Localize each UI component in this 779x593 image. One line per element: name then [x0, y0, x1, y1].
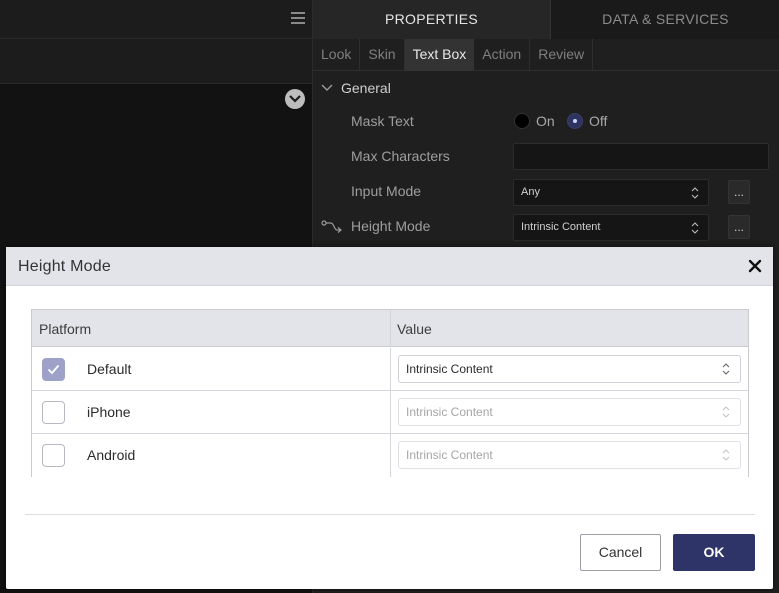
- platform-value-table: Platform Value Default Intrinsic Content…: [31, 309, 749, 477]
- height-mode-select[interactable]: Intrinsic Content: [513, 214, 709, 241]
- height-mode-dialog: Height Mode Platform Value Default Intri…: [6, 247, 773, 589]
- sub-tabs: Look Skin Text Box Action Review: [313, 39, 779, 71]
- platform-name: Default: [87, 361, 132, 377]
- dialog-header: Height Mode: [6, 247, 773, 286]
- select-arrows-icon: [722, 406, 730, 418]
- select-arrows-icon: [722, 363, 730, 375]
- android-checkbox[interactable]: [42, 444, 65, 467]
- section-general-header[interactable]: General: [321, 80, 391, 96]
- close-icon[interactable]: [747, 258, 763, 274]
- canvas-subbar: [0, 39, 312, 109]
- max-characters-input[interactable]: [513, 143, 769, 170]
- select-value: Intrinsic Content: [406, 405, 493, 419]
- select-arrows-icon: [691, 222, 699, 234]
- column-divider: [390, 434, 391, 477]
- android-value-select: Intrinsic Content: [398, 441, 741, 469]
- ok-button[interactable]: OK: [673, 534, 755, 571]
- cancel-button[interactable]: Cancel: [580, 534, 661, 571]
- mask-text-on-radio[interactable]: [514, 113, 530, 129]
- chevron-down-icon: [321, 84, 333, 91]
- tab-action[interactable]: Action: [474, 39, 531, 71]
- mask-text-off-label: Off: [589, 113, 608, 129]
- tab-properties[interactable]: PROPERTIES: [313, 0, 551, 39]
- platform-name: Android: [87, 447, 136, 463]
- input-mode-more-button[interactable]: ...: [728, 180, 750, 204]
- default-value-select[interactable]: Intrinsic Content: [398, 355, 741, 383]
- tab-skin[interactable]: Skin: [360, 39, 405, 71]
- select-value: Intrinsic Content: [406, 362, 493, 376]
- select-value: Intrinsic Content: [406, 448, 493, 462]
- table-row-android: Android Intrinsic Content: [32, 434, 748, 477]
- iphone-value-select: Intrinsic Content: [398, 398, 741, 426]
- input-mode-select[interactable]: Any: [513, 179, 709, 206]
- default-checkbox[interactable]: [42, 358, 65, 381]
- table-row-iphone: iPhone Intrinsic Content: [32, 391, 748, 434]
- section-title: General: [341, 80, 391, 96]
- panel-tabs: PROPERTIES DATA & SERVICES: [313, 0, 779, 39]
- link-icon[interactable]: [321, 219, 343, 235]
- input-mode-label: Input Mode: [351, 183, 422, 199]
- tab-look[interactable]: Look: [313, 39, 361, 71]
- tab-review[interactable]: Review: [530, 39, 594, 71]
- input-mode-value: Any: [521, 186, 540, 198]
- column-header-value: Value: [397, 321, 432, 337]
- iphone-checkbox[interactable]: [42, 401, 65, 424]
- select-arrows-icon: [691, 187, 699, 199]
- max-characters-label: Max Characters: [351, 148, 450, 164]
- check-icon: [47, 364, 60, 375]
- column-header-platform: Platform: [39, 321, 92, 337]
- menu-icon[interactable]: [291, 12, 305, 26]
- column-divider: [390, 348, 391, 391]
- footer-divider: [25, 514, 755, 515]
- platform-name: iPhone: [87, 404, 131, 420]
- select-arrows-icon: [722, 449, 730, 461]
- table-row-default: Default Intrinsic Content: [32, 348, 748, 391]
- height-mode-label: Height Mode: [351, 218, 431, 234]
- tab-data-services[interactable]: DATA & SERVICES: [551, 0, 779, 39]
- mask-text-on-label: On: [536, 113, 555, 129]
- column-divider: [390, 310, 391, 347]
- chevron-down-icon[interactable]: [285, 89, 305, 109]
- column-divider: [390, 391, 391, 434]
- dialog-title: Height Mode: [18, 258, 111, 275]
- canvas-toolbar: [0, 0, 312, 39]
- height-mode-value: Intrinsic Content: [521, 221, 601, 233]
- mask-text-label: Mask Text: [351, 113, 414, 129]
- tab-text-box[interactable]: Text Box: [404, 39, 475, 71]
- mask-text-off-radio[interactable]: [567, 113, 583, 129]
- table-header: Platform Value: [32, 310, 748, 347]
- height-mode-more-button[interactable]: ...: [728, 215, 750, 239]
